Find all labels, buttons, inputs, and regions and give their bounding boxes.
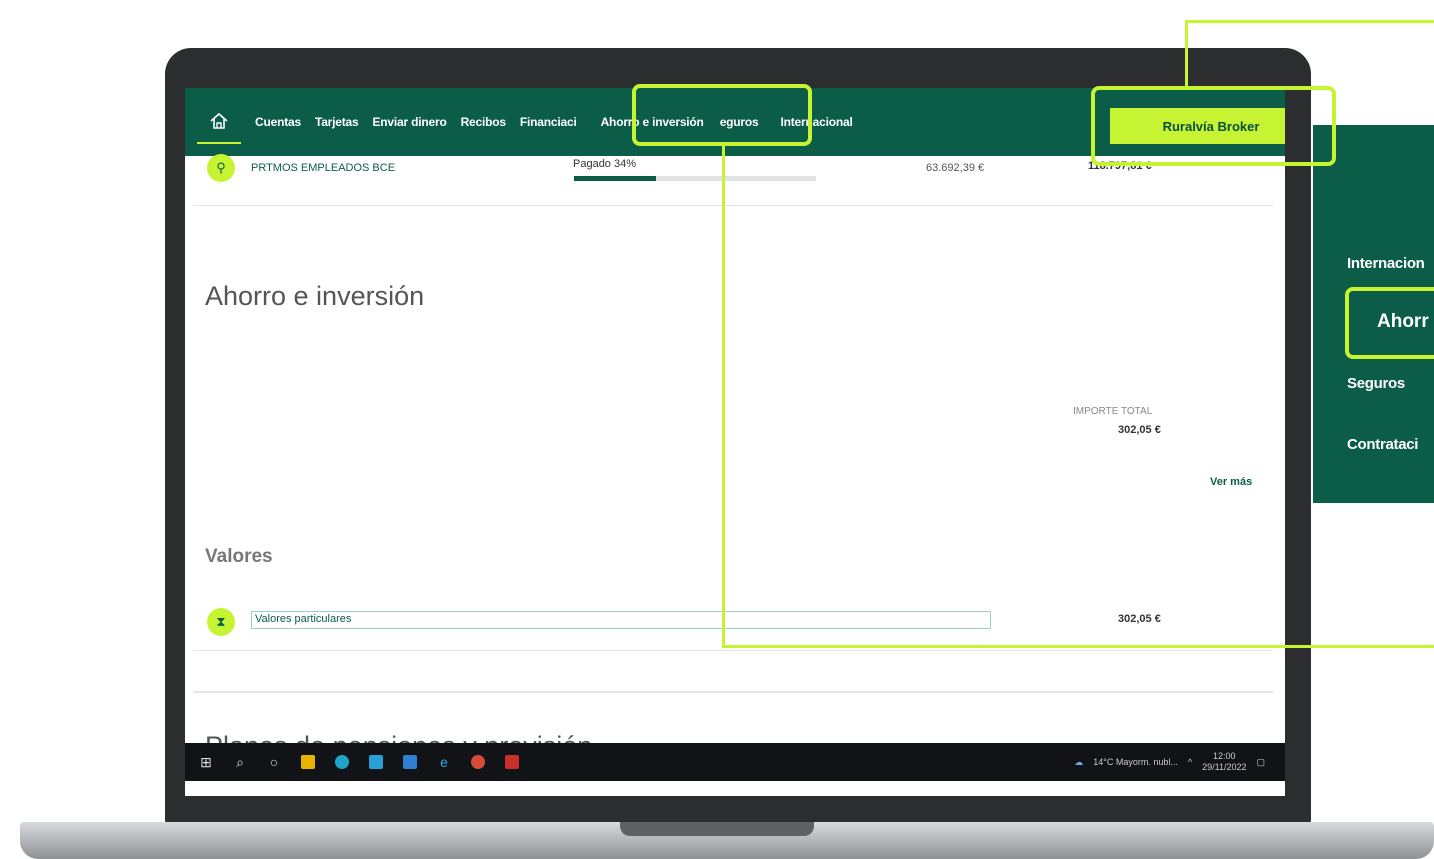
- total-label: IMPORTE TOTAL: [1073, 406, 1153, 417]
- valores-row-link[interactable]: Valores particulares: [251, 611, 991, 629]
- highlight-broker-button: [1091, 86, 1336, 166]
- connector-nav-vertical: [722, 146, 725, 648]
- task-view-icon[interactable]: ○: [261, 749, 287, 775]
- windows-taskbar: ⊞ ⌕ ○ e ☁ 14°C Mayorm. nubl... ^ 12:00 2…: [185, 743, 1285, 781]
- laptop-base-notch: [620, 822, 814, 836]
- internet-explorer-icon[interactable]: e: [431, 749, 457, 775]
- pdf-icon[interactable]: [499, 749, 525, 775]
- connector-nav-horizontal: [722, 645, 1434, 648]
- nav-item-enviar-dinero[interactable]: Enviar dinero: [373, 115, 447, 129]
- store-icon[interactable]: [397, 749, 423, 775]
- nav-item-cuentas[interactable]: Cuentas: [255, 115, 301, 129]
- app-icon[interactable]: [363, 749, 389, 775]
- nav-item-financiacion[interactable]: Financiaci: [520, 115, 577, 129]
- side-item-internacional[interactable]: Internacion: [1347, 255, 1425, 272]
- windows-start-icon[interactable]: ⊞: [193, 749, 219, 775]
- side-item-seguros[interactable]: Seguros: [1347, 375, 1405, 392]
- chrome-icon[interactable]: [465, 749, 491, 775]
- system-tray: ☁ 14°C Mayorm. nubl... ^ 12:00 29/11/202…: [1064, 743, 1265, 781]
- valores-row[interactable]: ⧗ Valores particulares 302,05 €: [193, 601, 1273, 651]
- side-item-contratacion[interactable]: Contrataci: [1347, 436, 1418, 453]
- search-icon[interactable]: ⌕: [227, 749, 253, 775]
- loan-icon: ⚲: [207, 154, 235, 182]
- subsection-title-valores: Valores: [205, 546, 273, 567]
- side-item-ahorro-highlight[interactable]: Ahorr: [1345, 287, 1434, 359]
- loan-progress-fill: [574, 176, 657, 181]
- highlight-nav-ahorro: [632, 84, 812, 146]
- valores-row-amount: 302,05 €: [1118, 613, 1161, 625]
- screen: Cuentas Tarjetas Enviar dinero Recibos F…: [185, 88, 1285, 796]
- connector-broker-horizontal: [1185, 20, 1434, 23]
- main-content: ⚲ PRTMOS EMPLEADOS BCE Pagado 34% 63.692…: [193, 154, 1273, 766]
- nav-item-recibos[interactable]: Recibos: [461, 115, 506, 129]
- valores-icon: ⧗: [207, 608, 235, 636]
- weather-icon: ☁: [1074, 756, 1084, 767]
- loan-paid-label: Pagado 34%: [573, 158, 636, 170]
- home-icon: [210, 112, 228, 129]
- total-value: 302,05 €: [1118, 424, 1161, 436]
- notifications-icon[interactable]: ▢: [1256, 757, 1265, 768]
- weather-text[interactable]: 14°C Mayorm. nubl...: [1093, 757, 1178, 767]
- nav-item-tarjetas[interactable]: Tarjetas: [315, 115, 359, 129]
- side-item-ahorro: Ahorr: [1377, 311, 1429, 332]
- section-divider: [193, 691, 1273, 693]
- section-title-ahorro: Ahorro e inversión: [205, 281, 425, 311]
- tray-chevron-icon[interactable]: ^: [1188, 757, 1192, 767]
- loan-name[interactable]: PRTMOS EMPLEADOS BCE: [251, 162, 395, 174]
- mail-icon[interactable]: [295, 749, 321, 775]
- home-button[interactable]: [197, 100, 241, 144]
- loan-amount-pending: 63.692,39 €: [926, 162, 985, 174]
- connector-broker-vertical: [1185, 20, 1188, 86]
- loan-progress-bar: [574, 176, 816, 181]
- edge-icon[interactable]: [329, 749, 355, 775]
- clock[interactable]: 12:00 29/11/2022: [1202, 751, 1246, 773]
- ver-mas-link[interactable]: Ver más: [1210, 476, 1252, 488]
